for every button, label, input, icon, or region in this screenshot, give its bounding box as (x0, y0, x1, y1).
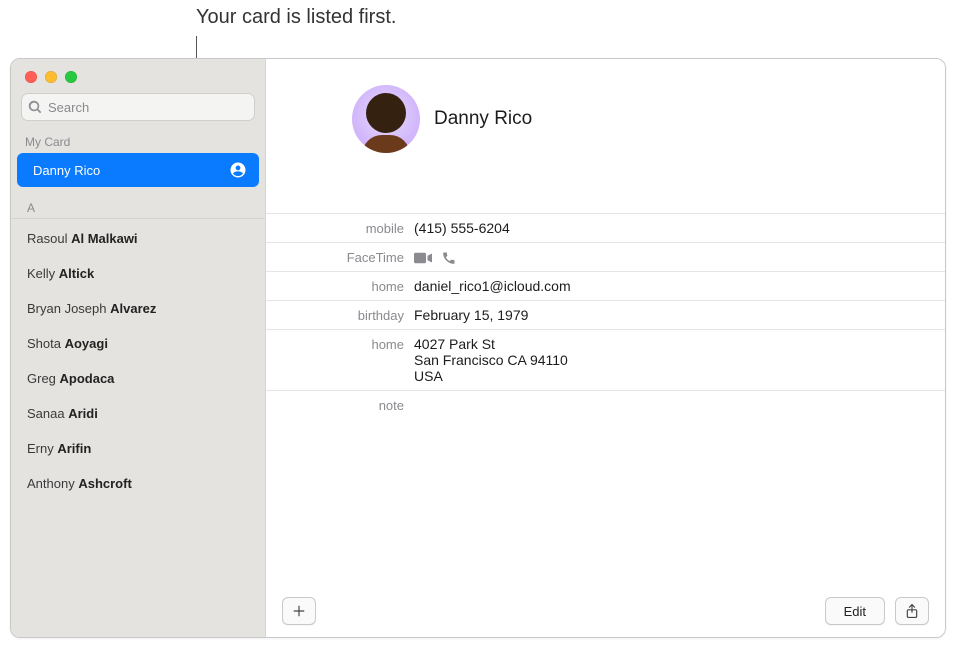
field-label-birthday: birthday (266, 307, 414, 323)
edit-button[interactable]: Edit (825, 597, 885, 625)
share-icon (905, 603, 919, 619)
contact-last-name: Aridi (68, 406, 98, 421)
contact-last-name: Aoyagi (65, 336, 108, 351)
my-card-row[interactable]: Danny Rico (17, 153, 259, 187)
field-label-home-email: home (266, 278, 414, 294)
contact-last-name: Altick (59, 266, 94, 281)
card-header: Danny Rico (266, 59, 945, 163)
search-icon (28, 100, 42, 114)
card-fields: mobile (415) 555-6204 FaceTime home dani… (266, 213, 945, 419)
contact-last-name: Apodaca (60, 371, 115, 386)
search-input[interactable] (42, 96, 254, 119)
contact-row[interactable]: Rasoul Al Malkawi (11, 221, 265, 256)
minimize-window-button[interactable] (45, 71, 57, 83)
window-controls (11, 59, 265, 93)
my-card-section-header: My Card (11, 133, 265, 153)
field-row-home-address: home 4027 Park St San Francisco CA 94110… (266, 330, 945, 391)
annotation-callout: Your card is listed first. (196, 6, 396, 29)
search-field[interactable] (21, 93, 255, 121)
contact-row[interactable]: Sanaa Aridi (11, 396, 265, 431)
contact-first-name: Shota (27, 336, 65, 351)
contacts-window: My Card Danny Rico A Rasoul Al MalkawiKe… (10, 58, 946, 638)
field-row-mobile: mobile (415) 555-6204 (266, 214, 945, 243)
contact-last-name: Alvarez (110, 301, 156, 316)
alpha-section-a: A (11, 187, 265, 219)
contact-name: Danny Rico (434, 108, 532, 130)
me-badge-icon (229, 161, 247, 179)
facetime-audio-icon[interactable] (442, 251, 456, 265)
field-row-birthday: birthday February 15, 1979 (266, 301, 945, 330)
contact-row[interactable]: Greg Apodaca (11, 361, 265, 396)
contact-first-name: Greg (27, 371, 60, 386)
contact-last-name: Arifin (57, 441, 91, 456)
detail-toolbar: Edit (266, 585, 945, 637)
field-label-facetime: FaceTime (266, 249, 414, 265)
field-row-facetime: FaceTime (266, 243, 945, 272)
contact-detail-pane: Danny Rico mobile (415) 555-6204 FaceTim… (266, 59, 945, 637)
contact-row[interactable]: Kelly Altick (11, 256, 265, 291)
contact-first-name: Anthony (27, 476, 78, 491)
contact-first-name: Sanaa (27, 406, 68, 421)
plus-icon (292, 604, 306, 618)
contact-row[interactable]: Erny Arifin (11, 431, 265, 466)
field-value-home-email[interactable]: daniel_rico1@icloud.com (414, 278, 945, 294)
contact-first-name: Erny (27, 441, 57, 456)
field-row-home-email: home daniel_rico1@icloud.com (266, 272, 945, 301)
contact-row[interactable]: Bryan Joseph Alvarez (11, 291, 265, 326)
my-card-name: Danny Rico (33, 163, 100, 178)
field-row-note: note (266, 391, 945, 419)
add-contact-button[interactable] (282, 597, 316, 625)
close-window-button[interactable] (25, 71, 37, 83)
field-label-mobile: mobile (266, 220, 414, 236)
contact-row[interactable]: Shota Aoyagi (11, 326, 265, 361)
facetime-video-icon[interactable] (414, 251, 432, 265)
facetime-actions (414, 249, 945, 265)
contact-first-name: Kelly (27, 266, 59, 281)
contact-last-name: Ashcroft (78, 476, 131, 491)
field-value-mobile[interactable]: (415) 555-6204 (414, 220, 945, 236)
zoom-window-button[interactable] (65, 71, 77, 83)
contact-last-name: Al Malkawi (71, 231, 137, 246)
field-label-home-address: home (266, 336, 414, 352)
contact-list: Rasoul Al MalkawiKelly AltickBryan Josep… (11, 221, 265, 501)
contact-first-name: Bryan Joseph (27, 301, 110, 316)
share-button[interactable] (895, 597, 929, 625)
field-label-note: note (266, 397, 414, 413)
contact-first-name: Rasoul (27, 231, 71, 246)
sidebar: My Card Danny Rico A Rasoul Al MalkawiKe… (11, 59, 266, 637)
avatar[interactable] (352, 85, 420, 153)
field-value-home-address[interactable]: 4027 Park St San Francisco CA 94110 USA (414, 336, 945, 384)
contact-row[interactable]: Anthony Ashcroft (11, 466, 265, 501)
field-value-birthday: February 15, 1979 (414, 307, 945, 323)
